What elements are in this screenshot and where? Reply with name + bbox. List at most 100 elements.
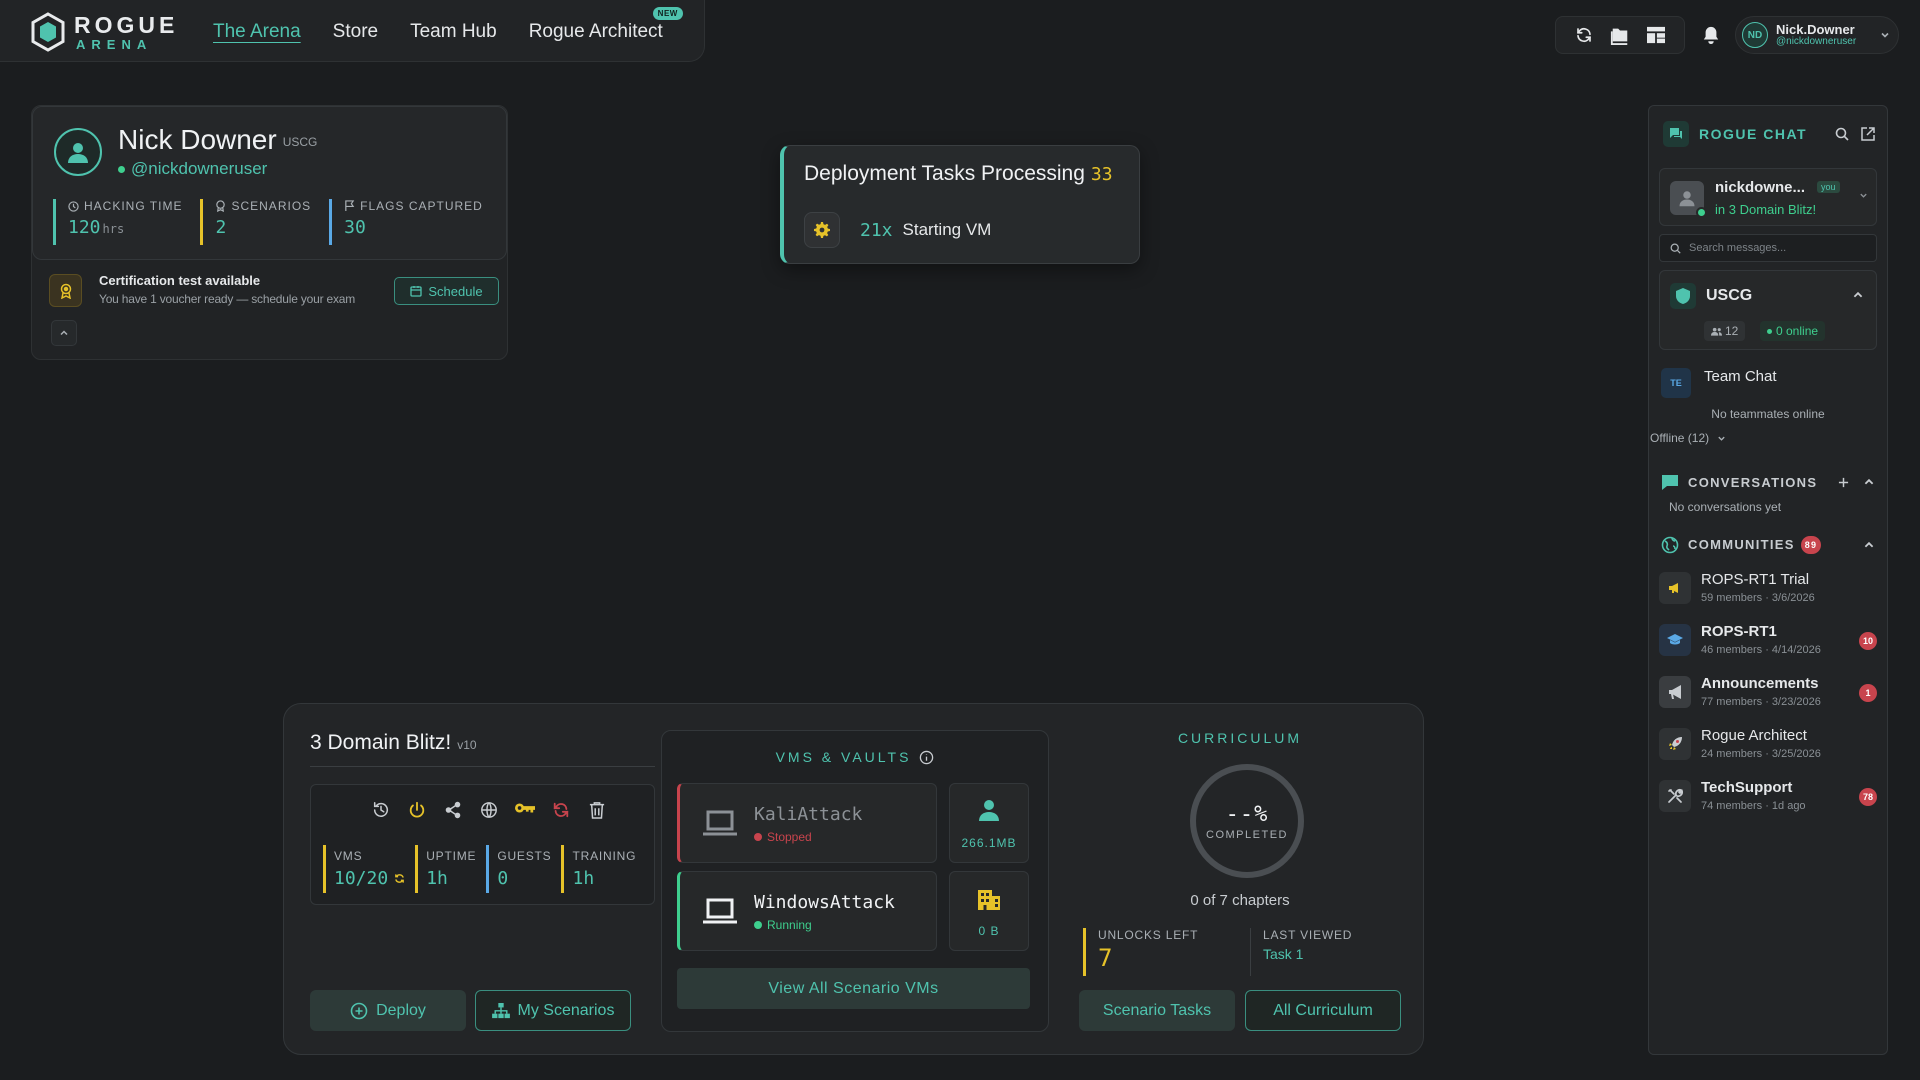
- community-item[interactable]: Announcements 77 members · 3/23/2026 1: [1659, 672, 1877, 712]
- cert-title: Certification test available: [99, 273, 261, 288]
- team-chat-item[interactable]: TE Team Chat: [1661, 362, 1877, 398]
- layout-icon[interactable]: [1638, 26, 1674, 44]
- nav-the-arena[interactable]: The Arena: [213, 21, 301, 43]
- resource-value: 0 B: [978, 924, 1000, 938]
- folder-icon[interactable]: [1602, 25, 1638, 45]
- user-icon: [68, 143, 88, 163]
- community-name: TechSupport: [1701, 779, 1793, 796]
- community-item[interactable]: TechSupport 74 members · 1d ago 78: [1659, 776, 1877, 816]
- globe-icon: [1661, 536, 1679, 554]
- stat-label: LAST VIEWED: [1263, 928, 1353, 942]
- stat-value: 120: [68, 217, 101, 238]
- online-count-value: 0 online: [1776, 324, 1819, 338]
- community-item[interactable]: ROPS-RT1 46 members · 4/14/2026 10: [1659, 620, 1877, 660]
- last-viewed-link[interactable]: Task 1: [1263, 946, 1352, 962]
- deployment-title: Deployment Tasks Processing 33: [804, 162, 1113, 186]
- offline-toggle[interactable]: Offline (12): [1650, 431, 1726, 445]
- collapse-button[interactable]: [51, 320, 77, 346]
- community-name: Rogue Architect: [1701, 727, 1807, 744]
- certification-notice: Certification test available You have 1 …: [49, 271, 499, 309]
- info-icon[interactable]: [919, 750, 934, 765]
- profile-avatar[interactable]: [54, 128, 102, 176]
- stat-value: 2: [215, 217, 227, 238]
- vms-vaults-panel: VMS & VAULTS KaliAttack Stopped WindowsA…: [661, 730, 1049, 1032]
- share-icon[interactable]: [435, 801, 471, 819]
- history-icon[interactable]: [363, 801, 399, 819]
- external-link-icon[interactable]: [1861, 127, 1875, 141]
- clock-icon: [68, 200, 79, 212]
- deploy-button[interactable]: Deploy: [310, 990, 466, 1031]
- user-menu[interactable]: ND Nick.Downer @nickdowneruser: [1735, 16, 1899, 54]
- team-chat-avatar: TE: [1661, 368, 1691, 398]
- key-icon[interactable]: [507, 801, 543, 819]
- community-item[interactable]: ROPS-RT1 Trial 59 members · 3/6/2026: [1659, 568, 1877, 608]
- chat-icon: [1663, 121, 1689, 147]
- nav-store[interactable]: Store: [333, 21, 378, 43]
- plus-icon[interactable]: [1838, 477, 1849, 488]
- power-icon[interactable]: [399, 801, 435, 819]
- scenario-tasks-button[interactable]: Scenario Tasks: [1079, 990, 1235, 1031]
- my-name: nickdowne...: [1715, 179, 1806, 196]
- building-icon: [978, 890, 1000, 910]
- resource-value: 266.1MB: [961, 836, 1017, 850]
- nav-team-hub[interactable]: Team Hub: [410, 21, 497, 43]
- bell-icon[interactable]: [1691, 25, 1731, 45]
- all-curriculum-button[interactable]: All Curriculum: [1245, 990, 1401, 1031]
- deployment-count: 33: [1090, 164, 1113, 185]
- stat-value: 1h: [426, 868, 448, 889]
- status-dot: [754, 833, 762, 841]
- stat-value: 1h: [572, 868, 595, 889]
- vm-card-kaliattack[interactable]: KaliAttack Stopped: [677, 783, 937, 863]
- team-card-uscg[interactable]: USCG 12 0 online: [1659, 270, 1877, 350]
- no-conversations-text: No conversations yet: [1669, 500, 1782, 514]
- stat-training: TRAINING 1h: [561, 845, 636, 893]
- chevron-up-icon[interactable]: [1852, 289, 1864, 301]
- nav-rogue-architect[interactable]: Rogue Architect NEW: [529, 7, 683, 43]
- brand-logo[interactable]: ROGUE ARENA: [30, 12, 178, 52]
- team-name: USCG: [1706, 287, 1753, 304]
- chat-panel: ROGUE CHAT nickdowne... you in 3 Domain …: [1648, 105, 1888, 1055]
- hexagon-logo-icon: [31, 12, 65, 52]
- search-icon[interactable]: [1835, 127, 1849, 141]
- my-chat-profile[interactable]: nickdowne... you in 3 Domain Blitz!: [1659, 168, 1877, 226]
- schedule-button[interactable]: Schedule: [394, 277, 499, 305]
- trash-icon[interactable]: [579, 801, 615, 819]
- stat-flags-captured: FLAGS CAPTURED 30: [329, 199, 483, 245]
- bullhorn-icon: [1659, 676, 1691, 708]
- graduation-cap-icon: [1659, 624, 1691, 656]
- my-scenarios-label: My Scenarios: [517, 1001, 615, 1019]
- curriculum-panel: CURRICULUM --% COMPLETED 0 of 7 chapters…: [1075, 730, 1405, 1032]
- brand-name: ROGUE: [74, 11, 179, 38]
- search-messages-input[interactable]: [1689, 242, 1859, 254]
- tools-icon: [1659, 780, 1691, 812]
- my-scenarios-button[interactable]: My Scenarios: [475, 990, 631, 1031]
- sync-icon: [395, 874, 405, 883]
- community-meta: 77 members · 3/23/2026: [1701, 696, 1821, 708]
- online-indicator: [1696, 207, 1707, 218]
- unlocks-left: UNLOCKS LEFT 7: [1083, 928, 1198, 976]
- communities-title-text: COMMUNITIES: [1688, 537, 1795, 552]
- header-toolbar: [1555, 16, 1685, 54]
- message-icon: [1662, 475, 1678, 490]
- stat-value: 10/20: [334, 868, 389, 889]
- community-meta: 59 members · 3/6/2026: [1701, 592, 1815, 604]
- offline-label: Offline (12): [1650, 431, 1710, 445]
- deployment-task: 21x Starting VM: [804, 212, 991, 248]
- deploy-label: Deploy: [376, 1001, 426, 1019]
- my-status: in 3 Domain Blitz!: [1715, 202, 1817, 217]
- conversations-header: CONVERSATIONS: [1661, 472, 1875, 492]
- community-item[interactable]: Rogue Architect 24 members · 3/25/2026: [1659, 724, 1877, 764]
- chevron-up-icon[interactable]: [1863, 539, 1875, 551]
- stat-value: 7: [1098, 944, 1113, 972]
- vm-card-windowsattack[interactable]: WindowsAttack Running: [677, 871, 937, 951]
- view-all-vms-button[interactable]: View All Scenario VMs: [677, 968, 1030, 1009]
- refresh-icon[interactable]: [1566, 26, 1602, 44]
- community-name: Announcements: [1701, 675, 1819, 692]
- chevron-up-icon[interactable]: [1863, 476, 1875, 488]
- stat-label: FLAGS CAPTURED: [360, 199, 483, 213]
- reset-icon[interactable]: [543, 801, 579, 819]
- profile-handle-text: @nickdowneruser: [131, 159, 268, 178]
- vms-title: VMS & VAULTS: [662, 749, 1048, 765]
- member-count-value: 12: [1725, 324, 1739, 338]
- globe-icon[interactable]: [471, 801, 507, 819]
